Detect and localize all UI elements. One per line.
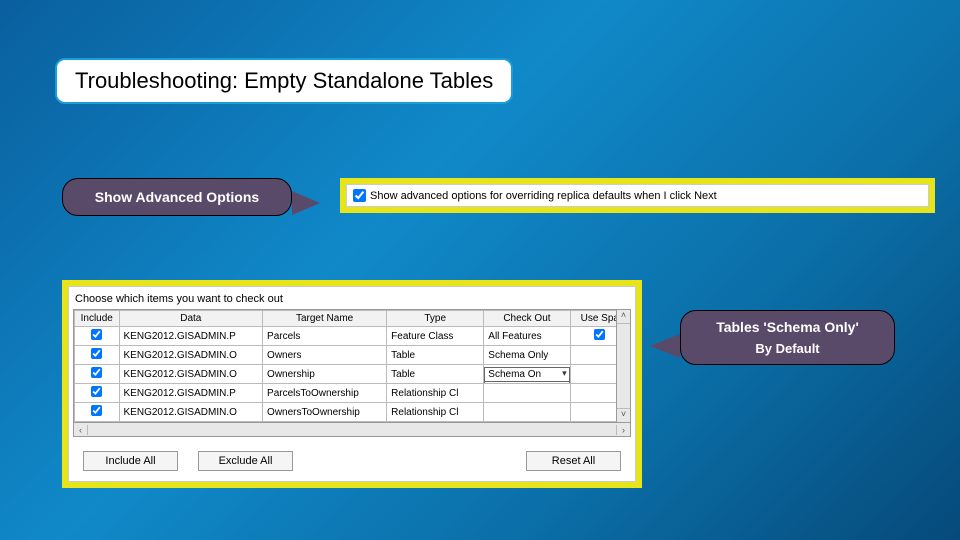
callout-show-advanced: Show Advanced Options xyxy=(62,178,292,216)
callout-schema-only: Tables 'Schema Only' By Default xyxy=(680,310,895,365)
table-row[interactable]: KENG2012.GISADMIN.O OwnersToOwnership Re… xyxy=(75,403,630,422)
arrow-icon xyxy=(292,191,320,215)
include-checkbox[interactable] xyxy=(91,405,102,416)
include-checkbox[interactable] xyxy=(91,329,102,340)
include-checkbox[interactable] xyxy=(91,348,102,359)
cell-type: Feature Class xyxy=(387,327,484,346)
advanced-options-label: Show advanced options for overriding rep… xyxy=(370,190,717,202)
cell-target: Parcels xyxy=(263,327,387,346)
items-table-wrap: Include Data Target Name Type Check Out … xyxy=(73,309,631,437)
cell-checkout xyxy=(484,403,570,422)
table-row[interactable]: KENG2012.GISADMIN.O Ownership Table Sche… xyxy=(75,365,630,384)
cell-data: KENG2012.GISADMIN.O xyxy=(119,403,263,422)
col-target[interactable]: Target Name xyxy=(263,311,387,327)
choose-label: Choose which items you want to check out xyxy=(73,293,631,305)
scroll-up-icon[interactable]: ˄ xyxy=(617,310,630,324)
scroll-right-icon[interactable]: › xyxy=(616,425,630,435)
cell-type: Relationship Cl xyxy=(387,384,484,403)
items-table: Include Data Target Name Type Check Out … xyxy=(74,310,630,422)
cell-type: Relationship Cl xyxy=(387,403,484,422)
include-all-button[interactable]: Include All xyxy=(83,451,178,471)
table-row[interactable]: KENG2012.GISADMIN.P ParcelsToOwnership R… xyxy=(75,384,630,403)
slide-title: Troubleshooting: Empty Standalone Tables xyxy=(55,58,513,104)
cell-data: KENG2012.GISADMIN.P xyxy=(119,327,263,346)
callout-schema-line1: Tables 'Schema Only' xyxy=(716,319,859,335)
checkout-items-panel: Choose which items you want to check out… xyxy=(62,280,642,488)
advanced-option-panel: Show advanced options for overriding rep… xyxy=(340,178,935,213)
button-row: Include All Exclude All Reset All xyxy=(73,451,631,471)
dropdown-menu: Schema Only All Records xyxy=(484,381,569,384)
horizontal-scrollbar[interactable]: ‹ › xyxy=(74,422,630,436)
table-row[interactable]: KENG2012.GISADMIN.O Owners Table Schema … xyxy=(75,346,630,365)
cell-checkout: Schema Only xyxy=(484,346,570,365)
col-include[interactable]: Include xyxy=(75,311,120,327)
include-checkbox[interactable] xyxy=(91,367,102,378)
exclude-all-button[interactable]: Exclude All xyxy=(198,451,293,471)
arrow-icon xyxy=(650,334,680,358)
cell-checkout: All Features xyxy=(484,327,570,346)
col-data[interactable]: Data xyxy=(119,311,263,327)
col-checkout[interactable]: Check Out xyxy=(484,311,570,327)
cell-target: Ownership xyxy=(263,365,387,384)
checkout-dropdown[interactable]: Schema On Schema Only All Records xyxy=(484,367,569,382)
cell-target: OwnersToOwnership xyxy=(263,403,387,422)
vertical-scrollbar[interactable]: ˄ ˅ xyxy=(616,310,630,422)
table-row[interactable]: KENG2012.GISADMIN.P Parcels Feature Clas… xyxy=(75,327,630,346)
dropdown-selected: Schema On xyxy=(488,369,541,380)
cell-data: KENG2012.GISADMIN.P xyxy=(119,384,263,403)
cell-data: KENG2012.GISADMIN.O xyxy=(119,365,263,384)
usespa-checkbox[interactable] xyxy=(594,329,605,340)
scroll-down-icon[interactable]: ˅ xyxy=(617,408,630,422)
cell-data: KENG2012.GISADMIN.O xyxy=(119,346,263,365)
cell-type: Table xyxy=(387,346,484,365)
cell-target: ParcelsToOwnership xyxy=(263,384,387,403)
col-type[interactable]: Type xyxy=(387,311,484,327)
advanced-options-checkbox[interactable] xyxy=(353,189,366,202)
include-checkbox[interactable] xyxy=(91,386,102,397)
cell-target: Owners xyxy=(263,346,387,365)
cell-type: Table xyxy=(387,365,484,384)
scroll-left-icon[interactable]: ‹ xyxy=(74,425,88,435)
dropdown-option[interactable]: Schema Only xyxy=(485,382,568,384)
reset-all-button[interactable]: Reset All xyxy=(526,451,621,471)
cell-checkout xyxy=(484,384,570,403)
callout-schema-line2: By Default xyxy=(693,341,882,356)
